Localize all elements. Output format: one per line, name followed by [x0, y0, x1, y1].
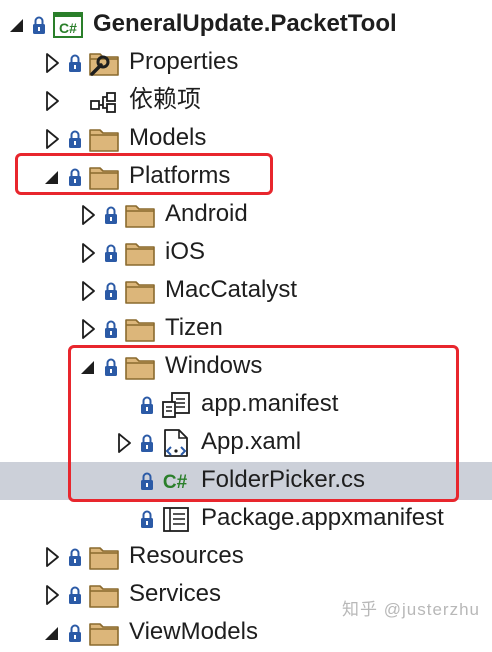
collapsed-arrow-icon[interactable]	[41, 89, 63, 113]
folder-icon	[124, 238, 156, 268]
collapsed-arrow-icon[interactable]	[41, 545, 63, 569]
models-label: Models	[129, 124, 207, 151]
properties-folder-icon	[89, 53, 119, 76]
viewmodels-label: ViewModels	[129, 618, 258, 645]
collapsed-arrow-icon[interactable]	[77, 241, 99, 265]
folder-icon	[88, 580, 120, 610]
folder-icon	[88, 542, 120, 572]
lock-icon	[140, 509, 154, 529]
collapsed-arrow-icon[interactable]	[41, 127, 63, 151]
tizen-label: Tizen	[165, 314, 223, 341]
lock-icon	[104, 319, 118, 339]
svg-text:C#: C#	[59, 20, 77, 36]
watermark: 知乎 @justerzhu	[342, 600, 480, 619]
lock-icon	[68, 129, 82, 149]
tree-row-properties[interactable]: Properties	[0, 44, 492, 82]
collapsed-arrow-icon[interactable]	[77, 317, 99, 341]
expanded-arrow-icon[interactable]	[6, 13, 28, 37]
lock-icon	[104, 243, 118, 263]
collapsed-arrow-icon[interactable]	[77, 203, 99, 227]
dependencies-icon	[90, 92, 116, 113]
maccatalyst-label: MacCatalyst	[165, 276, 298, 303]
services-label: Services	[129, 580, 222, 607]
tree-row-resources[interactable]: Resources	[0, 538, 492, 576]
collapsed-arrow-icon[interactable]	[41, 583, 63, 607]
tree-row-android[interactable]: Android	[0, 196, 492, 234]
tree-row-maccatalyst[interactable]: MacCatalyst	[0, 272, 492, 310]
collapsed-arrow-icon[interactable]	[41, 51, 63, 75]
highlight-box-windows	[68, 345, 459, 502]
lock-icon	[68, 585, 82, 605]
tree-row-tizen[interactable]: Tizen	[0, 310, 492, 348]
folder-icon	[124, 276, 156, 306]
tree-row-package-appxmanifest[interactable]: Package.appxmanifest	[0, 500, 492, 538]
lock-icon	[68, 623, 82, 643]
lock-icon	[104, 205, 118, 225]
lock-icon	[68, 53, 82, 73]
lock-icon	[32, 15, 46, 35]
appx-manifest-icon	[163, 507, 189, 532]
folder-icon	[88, 124, 120, 154]
folder-icon	[124, 314, 156, 344]
expanded-arrow-icon[interactable]	[41, 621, 63, 645]
dependencies-label: 依赖项	[129, 86, 201, 113]
project-label: GeneralUpdate.PacketTool	[93, 10, 397, 37]
folder-icon	[124, 200, 156, 230]
collapsed-arrow-icon[interactable]	[77, 279, 99, 303]
folder-icon	[88, 618, 120, 648]
resources-label: Resources	[129, 542, 244, 569]
package-appxmanifest-label: Package.appxmanifest	[201, 504, 444, 531]
highlight-box-platforms	[15, 153, 273, 195]
properties-label: Properties	[129, 48, 239, 75]
lock-icon	[68, 547, 82, 567]
tree-row-ios[interactable]: iOS	[0, 234, 492, 272]
csharp-project-icon: C#	[53, 12, 83, 38]
lock-icon	[104, 281, 118, 301]
android-label: Android	[165, 200, 248, 227]
tree-row-project[interactable]: C# GeneralUpdate.PacketTool	[0, 6, 492, 44]
ios-label: iOS	[165, 238, 206, 265]
tree-row-dependencies[interactable]: 依赖项	[0, 82, 492, 120]
